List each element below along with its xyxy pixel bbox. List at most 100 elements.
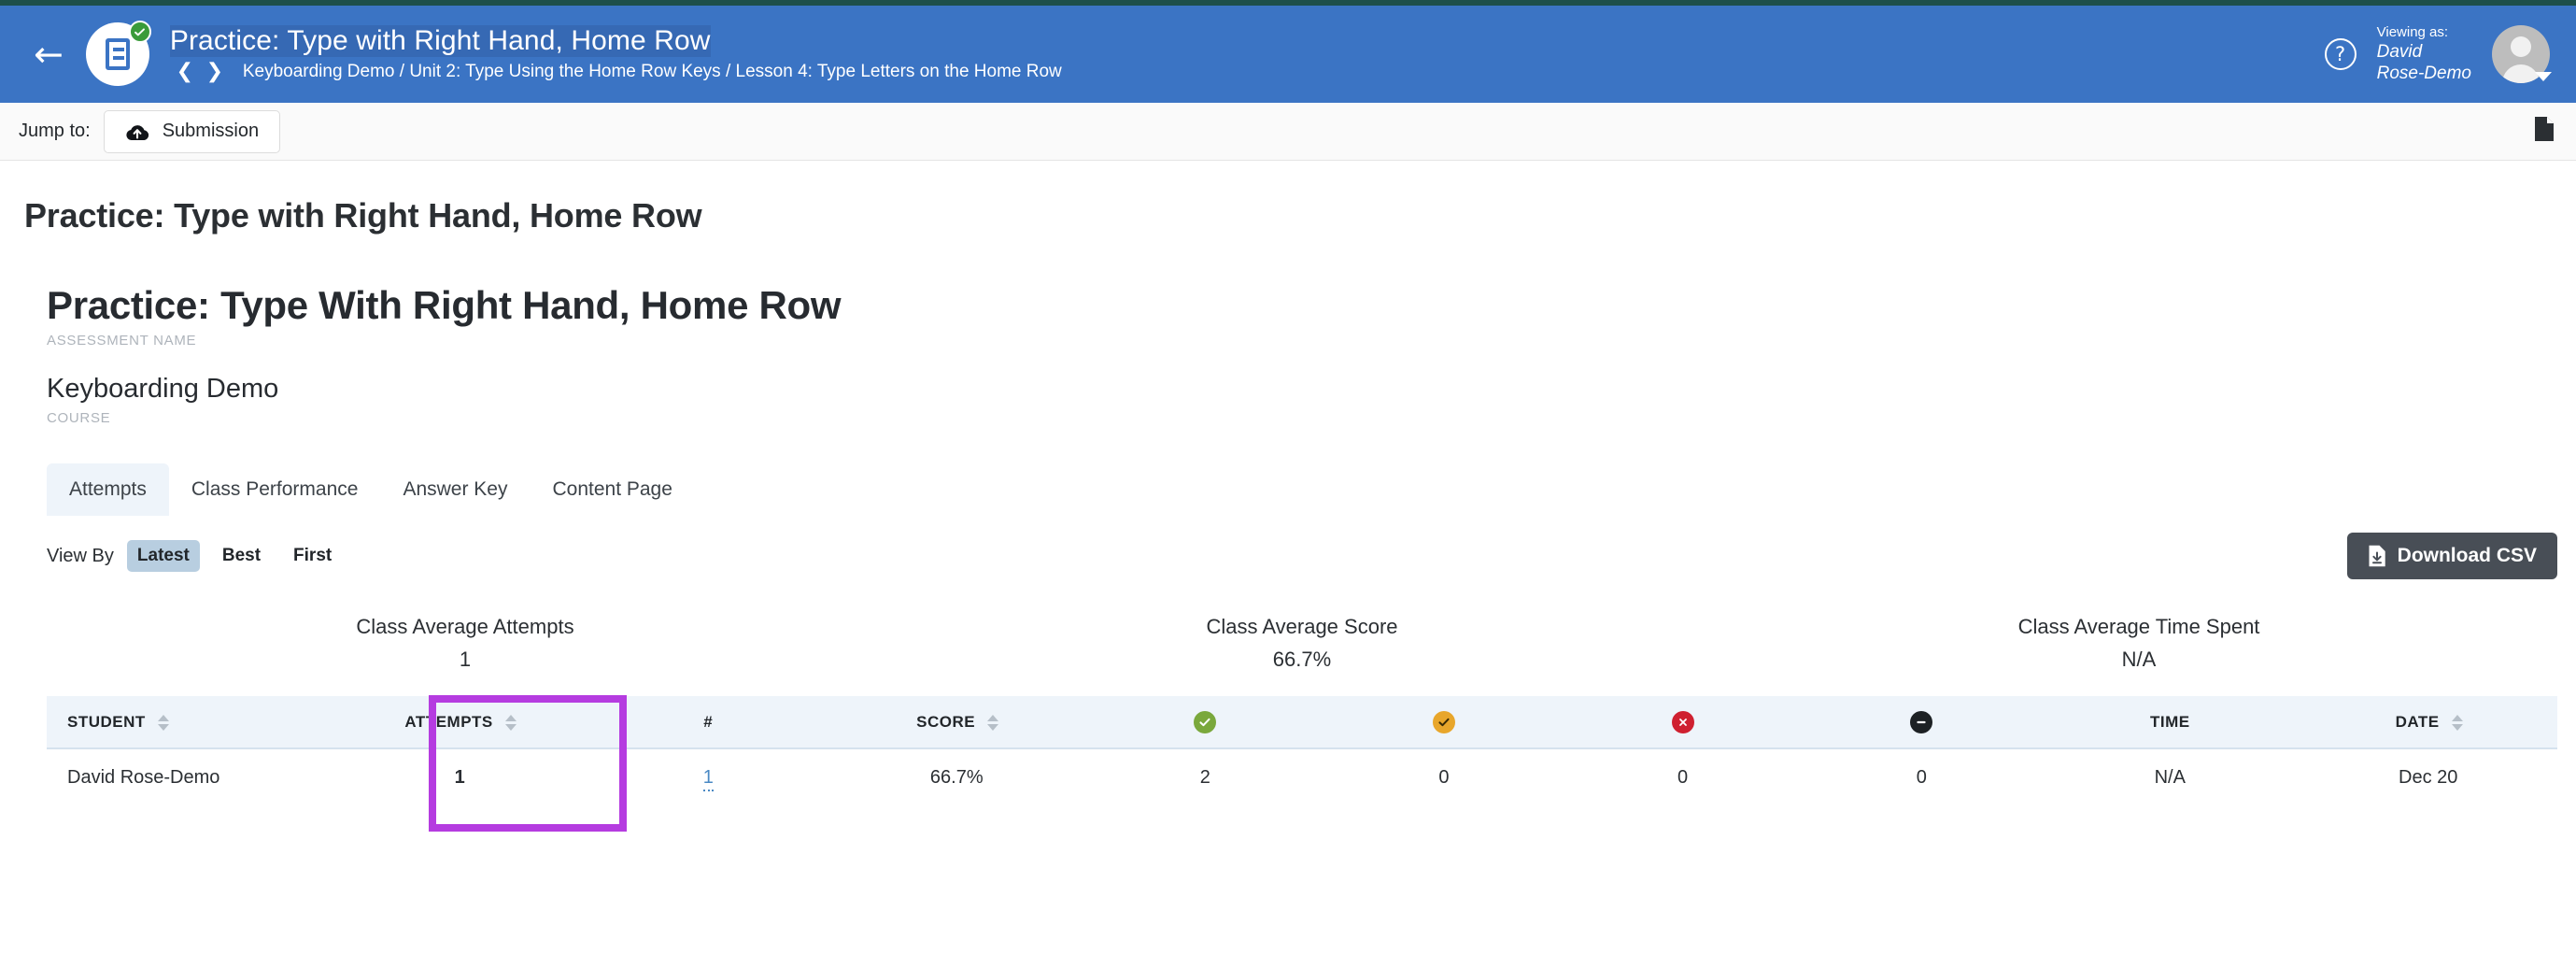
cell-attempt-number: 1 — [588, 748, 828, 807]
app-header: ← Practice: Type with Right Hand, Home R… — [0, 6, 2576, 103]
chevron-right-icon[interactable]: ❯ — [200, 60, 230, 83]
column-header-time[interactable]: TIME — [2041, 696, 2300, 750]
download-csv-button[interactable]: Download CSV — [2346, 533, 2557, 580]
assessment-content: Practice: Type With Right Hand, Home Row… — [47, 235, 2557, 833]
jump-to-submission-label: Submission — [162, 121, 260, 141]
stat-class-average-time-spent: Class Average Time Spent N/A — [1720, 615, 2557, 672]
column-header-date[interactable]: DATE — [2299, 696, 2557, 750]
check-glyph — [1438, 718, 1450, 726]
jump-to-bar: Jump to: Submission — [0, 103, 2576, 161]
chevron-left-icon[interactable]: ❮ — [170, 60, 200, 83]
stat-value: N/A — [2121, 648, 2157, 672]
course-caption: COURSE — [47, 410, 111, 427]
minus-circle-dark-icon — [1910, 710, 1933, 733]
column-header-attempts[interactable]: ATTEMPTS — [331, 696, 589, 750]
column-header-correct[interactable] — [1085, 696, 1325, 750]
cell-time: N/A — [2041, 748, 2300, 807]
attempt-number-link[interactable]: 1 — [702, 767, 714, 792]
document-file-glyph — [2535, 117, 2554, 141]
column-header-incorrect[interactable] — [1563, 696, 1803, 750]
avatar-body — [2502, 64, 2540, 83]
document-file-icon[interactable] — [2533, 116, 2555, 147]
check-circle-green-icon — [1194, 710, 1217, 733]
view-by-best[interactable]: Best — [212, 540, 271, 572]
column-header-label: DATE — [2395, 712, 2440, 731]
column-header-student[interactable]: STUDENT — [47, 696, 332, 750]
column-header-label: # — [703, 712, 714, 731]
course-name: Keyboarding Demo — [47, 374, 279, 405]
table-header: STUDENT ATTEMPTS # SCORE TIME DATE — [47, 696, 2557, 750]
column-header-label: TIME — [2149, 712, 2190, 731]
header-title: Practice: Type with Right Hand, Home Row — [169, 24, 711, 58]
assessment-name: Practice: Type With Right Hand, Home Row — [47, 283, 842, 327]
download-csv-label: Download CSV — [2397, 545, 2537, 567]
cell-student: David Rose-Demo — [47, 748, 332, 807]
check-glyph — [134, 27, 146, 36]
column-header-label: ATTEMPTS — [404, 712, 493, 731]
sort-icon[interactable] — [987, 714, 999, 731]
question-circle-icon[interactable]: ? — [2324, 37, 2357, 70]
cell-correct: 2 — [1085, 748, 1325, 807]
document-glyph — [105, 38, 130, 70]
cell-date: Dec 20 — [2299, 748, 2557, 807]
view-by-latest[interactable]: Latest — [126, 540, 200, 573]
view-by-label: View By — [47, 545, 114, 566]
viewing-as-name-line2: Rose-Demo — [2376, 64, 2471, 84]
viewing-as-name-line1: David — [2376, 41, 2423, 62]
jump-to-submission-button[interactable]: Submission — [103, 109, 281, 153]
header-right-cluster: ? Viewing as: David Rose-Demo — [2324, 24, 2552, 85]
avatar[interactable] — [2492, 24, 2552, 83]
viewing-as-block: Viewing as: David Rose-Demo — [2377, 24, 2471, 85]
attempts-table: STUDENT ATTEMPTS # SCORE TIME DATE David… — [47, 696, 2557, 807]
view-by-first[interactable]: First — [283, 540, 342, 572]
viewing-as-label: Viewing as: — [2376, 23, 2449, 40]
check-glyph — [1199, 718, 1210, 726]
breadcrumb: ❮ ❯ Keyboarding Demo / Unit 2: Type Usin… — [170, 60, 1062, 83]
column-header-score[interactable]: SCORE — [828, 696, 1086, 750]
column-header-partial[interactable] — [1324, 696, 1564, 750]
tab-content-page[interactable]: Content Page — [530, 463, 694, 516]
cloud-upload-icon — [126, 124, 149, 140]
stat-value: 66.7% — [1272, 648, 1332, 672]
cell-partial: 0 — [1324, 748, 1564, 807]
file-download-icon — [2369, 545, 2385, 567]
caret-down-icon[interactable] — [2535, 71, 2552, 81]
header-text-block: Practice: Type with Right Hand, Home Row… — [169, 24, 1062, 83]
sort-icon[interactable] — [2451, 714, 2463, 731]
view-by-row: View By Latest Best First Download CSV — [47, 533, 2557, 580]
column-header-attempt-number[interactable]: # — [588, 696, 828, 750]
cell-attempts: 1 — [331, 748, 589, 807]
back-arrow-icon[interactable]: ← — [34, 36, 64, 72]
stat-title: Class Average Time Spent — [2017, 615, 2260, 639]
cell-incorrect: 0 — [1563, 748, 1803, 807]
sort-icon[interactable] — [158, 714, 170, 731]
class-summary-stats: Class Average Attempts 1 Class Average S… — [47, 615, 2557, 672]
sort-icon[interactable] — [505, 714, 517, 731]
tab-answer-key[interactable]: Answer Key — [380, 463, 530, 516]
column-header-label: SCORE — [916, 712, 976, 731]
x-circle-red-icon — [1671, 710, 1694, 733]
stat-title: Class Average Attempts — [356, 615, 574, 639]
table-header-row: STUDENT ATTEMPTS # SCORE TIME DATE — [47, 696, 2557, 750]
tab-class-performance[interactable]: Class Performance — [169, 463, 381, 516]
app-document-icon — [85, 21, 151, 86]
tab-attempts[interactable]: Attempts — [47, 463, 169, 517]
stat-class-average-score: Class Average Score 66.7% — [884, 615, 1720, 672]
column-header-skipped[interactable] — [1802, 696, 2042, 750]
minus-glyph — [1917, 720, 1926, 723]
page-title: Practice: Type with Right Hand, Home Row — [24, 196, 702, 235]
avatar-head — [2511, 36, 2531, 57]
attempts-table-wrapper: STUDENT ATTEMPTS # SCORE TIME DATE David… — [47, 695, 2557, 833]
cell-skipped: 0 — [1802, 748, 2042, 807]
jump-to-label: Jump to: — [19, 121, 91, 141]
stat-value: 1 — [459, 648, 472, 672]
breadcrumb-text[interactable]: Keyboarding Demo / Unit 2: Type Using th… — [243, 62, 1062, 82]
x-glyph — [1678, 718, 1687, 726]
tab-bar: Attempts Class Performance Answer Key Co… — [47, 463, 2557, 517]
page-body: Practice: Type with Right Hand, Home Row… — [0, 196, 2576, 833]
table-row: David Rose-Demo 1 1 66.7% 2 0 0 0 N/A De… — [47, 748, 2557, 807]
check-circle-icon — [128, 21, 151, 43]
check-circle-yellow-icon — [1432, 710, 1455, 733]
column-header-label: STUDENT — [67, 712, 146, 731]
table-body: David Rose-Demo 1 1 66.7% 2 0 0 0 N/A De… — [47, 748, 2557, 807]
